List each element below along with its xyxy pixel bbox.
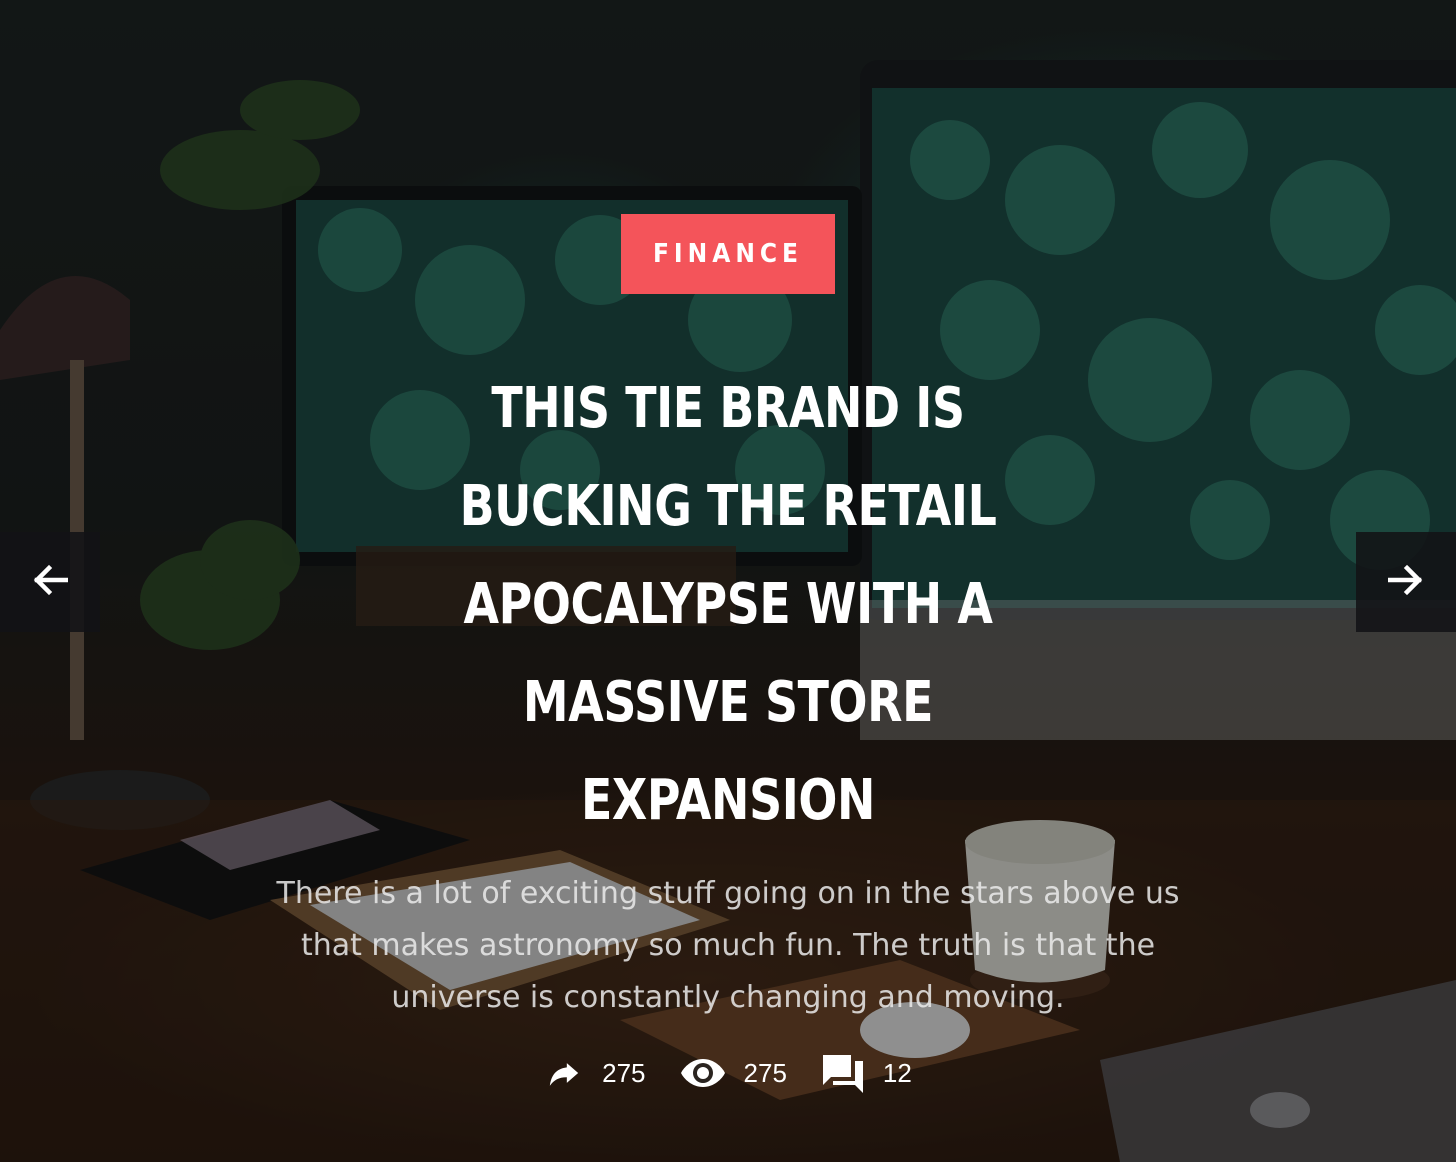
post-excerpt: There is a lot of exciting stuff going o… [276, 876, 1180, 1015]
slide-content: FINANCE THIS TIE BRAND IS BUCKING THE RE… [0, 0, 1456, 1162]
comment-count-value: 12 [882, 1057, 912, 1088]
eye-icon [680, 1056, 726, 1090]
view-count-value: 275 [743, 1057, 787, 1088]
post-stats: 275 275 12 [0, 1050, 1456, 1096]
share-count-value: 275 [602, 1057, 646, 1088]
comment-count: 12 [821, 1053, 912, 1093]
share-count: 275 [544, 1056, 646, 1090]
category-badge[interactable]: FINANCE [621, 214, 835, 294]
comments-icon [821, 1053, 865, 1093]
share-icon [544, 1056, 584, 1090]
post-title[interactable]: THIS TIE BRAND IS BUCKING THE RETAIL APO… [375, 360, 1080, 850]
prev-slide-button[interactable] [0, 532, 100, 632]
arrow-left-icon [32, 564, 69, 601]
arrow-right-icon [1387, 564, 1424, 601]
view-count: 275 [680, 1056, 787, 1090]
hero-slider: FINANCE THIS TIE BRAND IS BUCKING THE RE… [0, 0, 1456, 1162]
next-slide-button[interactable] [1356, 532, 1456, 632]
